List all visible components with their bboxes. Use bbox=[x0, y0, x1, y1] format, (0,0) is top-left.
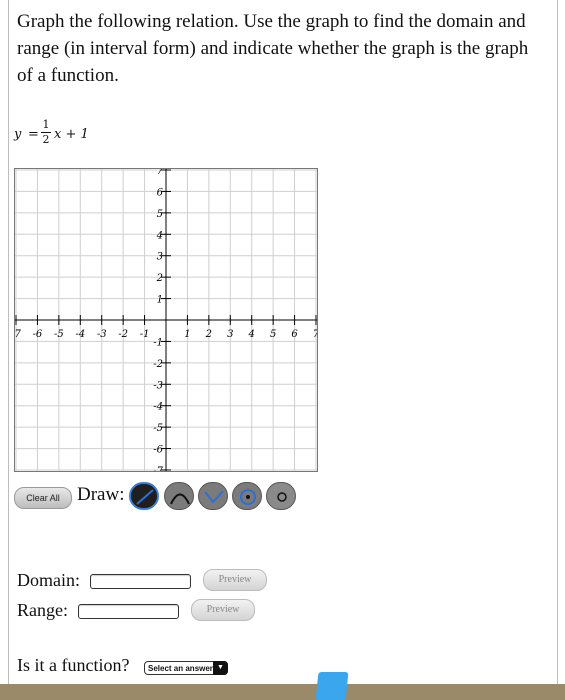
chevron-down-icon: ▼ bbox=[213, 661, 228, 675]
domain-input[interactable] bbox=[90, 574, 191, 589]
y-tick-label: 6 bbox=[157, 187, 164, 198]
y-tick-label: 7 bbox=[157, 169, 164, 177]
y-tick-label: -1 bbox=[153, 337, 163, 348]
equation-lhs: y bbox=[14, 127, 22, 142]
draw-label: Draw: bbox=[77, 484, 125, 505]
x-tick-label: -3 bbox=[97, 329, 107, 340]
question-text: Graph the following relation. Use the gr… bbox=[17, 11, 529, 86]
function-select[interactable]: Select an answer ▼ bbox=[144, 661, 228, 675]
x-tick-label: 2 bbox=[205, 329, 212, 340]
vee-tool-button[interactable] bbox=[198, 482, 228, 510]
range-input[interactable] bbox=[78, 604, 179, 619]
y-tick-label: -2 bbox=[153, 359, 163, 370]
vee-tool-icon bbox=[204, 490, 224, 504]
function-select-label: Select an answer bbox=[148, 664, 213, 673]
x-tick-label: 6 bbox=[291, 329, 298, 340]
x-tick-label: -1 bbox=[140, 329, 150, 340]
y-tick-label: -5 bbox=[153, 423, 163, 434]
equation-rest: x + 1 bbox=[54, 127, 89, 142]
y-tick-label: -7 bbox=[153, 466, 163, 471]
line-tool-icon bbox=[136, 489, 154, 505]
y-tick-label: 4 bbox=[156, 230, 163, 241]
function-question-label: Is it a function? bbox=[17, 655, 130, 675]
clear-all-button[interactable]: Clear All bbox=[14, 487, 72, 509]
fraction-numerator: 1 bbox=[42, 118, 50, 131]
domain-label: Domain: bbox=[17, 570, 80, 590]
y-tick-label: -6 bbox=[153, 445, 163, 456]
x-tick-label: 7 bbox=[313, 329, 317, 340]
graph-canvas[interactable]: -7 -6 -5 -4 -3 -2 -1 1 2 3 4 5 6 7 7 6 5 4 3 2 1 -1 -2 -3 -4 -5 -6… bbox=[14, 168, 318, 472]
x-tick-label: -6 bbox=[33, 329, 43, 340]
equation-equals: = bbox=[28, 127, 39, 142]
highlight-marker bbox=[315, 672, 349, 700]
line-tool-button[interactable] bbox=[129, 482, 159, 510]
range-label: Range: bbox=[17, 600, 68, 620]
x-tick-label: 5 bbox=[270, 329, 276, 340]
y-tick-label: 2 bbox=[156, 273, 163, 284]
y-tick-label: -3 bbox=[153, 380, 163, 391]
x-tick-label: -7 bbox=[15, 329, 22, 340]
x-tick-label: 3 bbox=[227, 329, 233, 340]
parabola-tool-button[interactable] bbox=[164, 482, 194, 510]
parabola-tool-icon bbox=[170, 493, 190, 505]
x-tick-label: -2 bbox=[118, 329, 128, 340]
y-tick-label: 5 bbox=[157, 209, 163, 220]
point-tool-icon bbox=[277, 492, 287, 502]
domain-preview-button[interactable]: Preview bbox=[203, 569, 267, 591]
circle-tool-icon bbox=[240, 489, 256, 505]
y-tick-label: 3 bbox=[157, 252, 163, 263]
range-preview-button[interactable]: Preview bbox=[191, 599, 255, 621]
circle-tool-button[interactable] bbox=[232, 482, 262, 510]
graph-grid[interactable]: -7 -6 -5 -4 -3 -2 -1 1 2 3 4 5 6 7 7 6 5 4 3 2 1 -1 -2 -3 -4 -5 -6… bbox=[15, 169, 317, 471]
equation-fraction: 1 2 bbox=[41, 119, 51, 146]
y-tick-label: 1 bbox=[157, 295, 163, 306]
fraction-denominator: 2 bbox=[42, 133, 50, 146]
y-tick-label: -4 bbox=[153, 402, 163, 413]
x-tick-label: 4 bbox=[248, 329, 255, 340]
x-tick-label: -4 bbox=[75, 329, 85, 340]
draw-toolbar: Clear All Draw: bbox=[14, 482, 314, 510]
x-tick-label: 1 bbox=[184, 329, 190, 340]
x-tick-label: -5 bbox=[54, 329, 64, 340]
point-tool-button[interactable] bbox=[266, 482, 296, 510]
bottom-bar bbox=[0, 684, 565, 700]
